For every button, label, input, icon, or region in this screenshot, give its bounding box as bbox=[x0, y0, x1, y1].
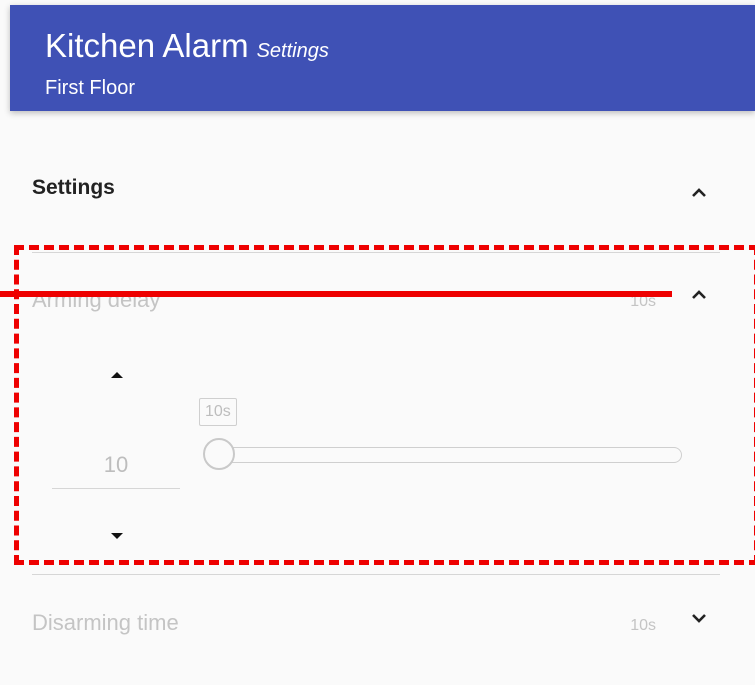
location-label: First Floor bbox=[45, 77, 135, 99]
alarm-settings-screen: Kitchen Alarm Settings First Floor Settin… bbox=[0, 0, 755, 685]
device-name: Kitchen Alarm bbox=[45, 27, 249, 64]
divider bbox=[32, 574, 720, 575]
disarming-time-label[interactable]: Disarming time bbox=[32, 610, 179, 636]
strikethrough-line bbox=[0, 291, 672, 297]
page-name: Settings bbox=[256, 40, 329, 62]
disarming-time-value: 10s bbox=[630, 617, 656, 634]
chevron-down-icon[interactable] bbox=[687, 606, 711, 630]
settings-section-title: Settings bbox=[32, 176, 115, 199]
app-header: Kitchen Alarm Settings First Floor bbox=[10, 5, 755, 111]
header-title: Kitchen Alarm Settings bbox=[45, 27, 329, 65]
chevron-up-icon[interactable] bbox=[687, 181, 711, 205]
